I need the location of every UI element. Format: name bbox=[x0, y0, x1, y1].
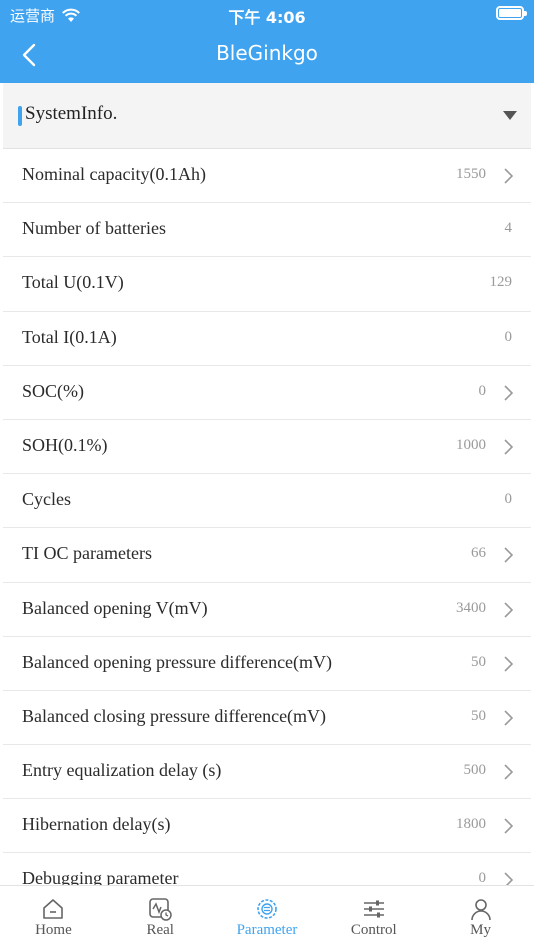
parameter-row[interactable]: TI OC parameters 66 bbox=[3, 528, 531, 583]
tab-label: Real bbox=[146, 922, 174, 938]
parameter-name: Balanced opening V(mV) bbox=[22, 597, 208, 618]
parameter-value: 1000 bbox=[456, 436, 486, 453]
parameter-name: Entry equalization delay (s) bbox=[22, 760, 222, 781]
parameter-name: Number of batteries bbox=[22, 218, 166, 239]
caret-down-icon[interactable] bbox=[503, 111, 517, 120]
tab-label: My bbox=[470, 922, 491, 938]
section-header-systeminfo[interactable]: SystemInfo. bbox=[3, 83, 531, 149]
parameter-value: 0 bbox=[478, 382, 487, 399]
parameter-name: SOH(0.1%) bbox=[22, 434, 108, 455]
parameter-row[interactable]: Balanced opening pressure difference(mV)… bbox=[3, 636, 531, 691]
page-title: BleGinkgo bbox=[216, 41, 318, 65]
tab-label: Home bbox=[35, 922, 72, 938]
tab-bar: Home Real Parameter Control My bbox=[0, 885, 534, 950]
parameter-row[interactable]: SOH(0.1%) 1000 bbox=[3, 419, 531, 475]
parameter-row: Total I(0.1A) 0 bbox=[3, 311, 531, 366]
status-time: 下午 4:06 bbox=[228, 8, 306, 27]
parameter-row[interactable]: SOC(%) 0 bbox=[3, 365, 531, 420]
parameter-row: Number of batteries 4 bbox=[3, 203, 531, 258]
chevron-right-icon bbox=[504, 656, 514, 672]
user-icon bbox=[470, 899, 491, 921]
tab-control[interactable]: Control bbox=[320, 886, 427, 950]
realtime-icon bbox=[149, 898, 172, 921]
parameter-value: 66 bbox=[471, 545, 486, 562]
parameter-list[interactable]: SystemInfo. Nominal capacity(0.1Ah) 1550 N… bbox=[0, 83, 534, 885]
parameter-name: Hibernation delay(s) bbox=[22, 814, 171, 835]
parameter-name: Total U(0.1V) bbox=[22, 272, 124, 293]
parameter-row[interactable]: Entry equalization delay (s) 500 bbox=[3, 745, 531, 800]
parameter-value: 50 bbox=[471, 653, 486, 670]
chevron-right-icon bbox=[504, 872, 514, 885]
parameter-value: 0 bbox=[504, 328, 513, 345]
nav-bar: BleGinkgo bbox=[0, 28, 534, 83]
parameter-row[interactable]: Balanced closing pressure difference(mV)… bbox=[3, 690, 531, 746]
tab-my[interactable]: My bbox=[427, 886, 534, 950]
chevron-right-icon bbox=[504, 168, 514, 184]
parameter-row[interactable]: Debugging parameter 0 bbox=[3, 853, 531, 885]
parameter-name: SOC(%) bbox=[22, 380, 84, 401]
tab-home[interactable]: Home bbox=[0, 886, 107, 950]
parameter-name: Balanced closing pressure difference(mV) bbox=[22, 705, 327, 726]
parameter-name: Debugging parameter bbox=[22, 868, 179, 885]
parameter-name: Total I(0.1A) bbox=[22, 326, 117, 347]
parameter-name: Cycles bbox=[22, 489, 71, 510]
chevron-right-icon bbox=[504, 547, 514, 563]
parameter-row: Cycles 0 bbox=[3, 474, 531, 529]
chevron-right-icon bbox=[504, 385, 514, 401]
battery-icon bbox=[496, 6, 527, 20]
parameter-row[interactable]: Hibernation delay(s) 1800 bbox=[3, 799, 531, 854]
chevron-right-icon bbox=[504, 818, 514, 834]
parameter-value: 3400 bbox=[456, 599, 486, 616]
tab-real[interactable]: Real bbox=[107, 886, 214, 950]
parameter-value: 1550 bbox=[456, 166, 486, 182]
status-bar: 运营商 下午 4:06 bbox=[0, 0, 534, 28]
parameter-row[interactable]: Nominal capacity(0.1Ah) 1550 bbox=[3, 149, 531, 204]
parameter-row[interactable]: Balanced opening V(mV) 3400 bbox=[3, 582, 531, 637]
parameter-value: 0 bbox=[504, 491, 513, 508]
parameter-name: Balanced opening pressure difference(mV) bbox=[22, 651, 333, 672]
parameter-value: 1800 bbox=[456, 816, 486, 833]
sliders-icon bbox=[363, 900, 384, 918]
parameter-value: 129 bbox=[489, 274, 513, 291]
parameter-name: TI OC parameters bbox=[22, 543, 152, 564]
parameter-value: 0 bbox=[478, 870, 487, 885]
parameter-value: 500 bbox=[463, 762, 487, 779]
parameter-name: Nominal capacity(0.1Ah) bbox=[22, 164, 206, 184]
chevron-right-icon bbox=[504, 439, 514, 455]
home-icon bbox=[43, 899, 64, 919]
parameter-icon bbox=[257, 899, 277, 919]
section-accent-bar bbox=[18, 106, 22, 126]
rows-container: Nominal capacity(0.1Ah) 1550 Number of bat… bbox=[0, 149, 534, 885]
tab-label: Control bbox=[350, 922, 397, 938]
parameter-row: Total U(0.1V) 129 bbox=[3, 257, 531, 312]
tab-parameter[interactable]: Parameter bbox=[214, 886, 321, 950]
chevron-right-icon bbox=[504, 601, 514, 618]
parameter-value: 4 bbox=[504, 220, 513, 237]
chevron-right-icon bbox=[504, 710, 514, 726]
section-title: SystemInfo. bbox=[25, 103, 118, 124]
tab-label: Parameter bbox=[236, 922, 298, 938]
chevron-right-icon bbox=[504, 764, 514, 780]
parameter-value: 50 bbox=[471, 707, 486, 724]
